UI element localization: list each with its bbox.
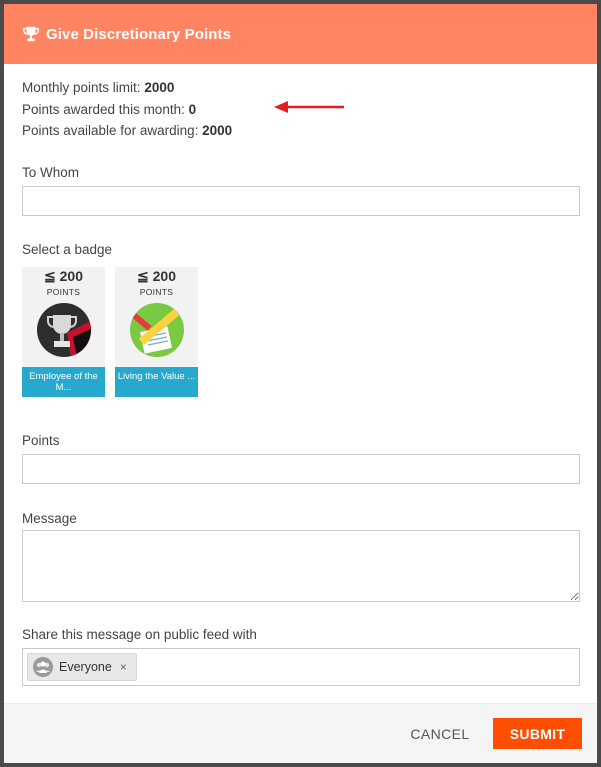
red-arrow-annotation xyxy=(274,101,344,113)
points-summary: Monthly points limit: 2000 Points awarde… xyxy=(22,77,232,142)
modal-header: Give Discretionary Points xyxy=(4,4,597,64)
awarded-value: 0 xyxy=(188,101,197,117)
badge-caption: Employee of the M... xyxy=(22,367,105,397)
select-badge-label: Select a badge xyxy=(22,242,113,257)
badge-employee-of-the-month[interactable]: ≦ 200 POINTS Employee of the M... xyxy=(22,267,105,397)
modal-title: Give Discretionary Points xyxy=(46,25,232,43)
remove-chip-icon[interactable]: × xyxy=(120,660,127,674)
awarded-row: Points awarded this month: 0 xyxy=(22,101,197,117)
badge-caption: Living the Value ... xyxy=(115,367,198,397)
pencil-document-badge-icon xyxy=(130,303,184,357)
monthly-limit-row: Monthly points limit: 2000 xyxy=(22,80,175,95)
badge-points: ≦ 200 xyxy=(137,268,176,284)
badge-points-label: POINTS xyxy=(139,287,174,297)
message-textarea[interactable] xyxy=(22,530,580,602)
modal-footer: CANCEL SUBMIT xyxy=(4,703,597,763)
available-row: Points available for awarding: 2000 xyxy=(22,123,233,138)
to-whom-input[interactable] xyxy=(22,186,580,216)
trophy-icon xyxy=(23,26,39,42)
badge-points: ≦ 200 xyxy=(44,268,83,284)
share-label: Share this message on public feed with xyxy=(22,627,257,642)
message-label: Message xyxy=(22,511,77,526)
monthly-limit-value: 2000 xyxy=(144,80,175,95)
to-whom-label: To Whom xyxy=(22,165,80,180)
points-label: Points xyxy=(22,433,60,448)
available-value: 2000 xyxy=(202,123,233,138)
share-chip-everyone: Everyone × xyxy=(27,653,137,681)
badge-living-the-value[interactable]: ≦ 200 POINTS Living the Value ... xyxy=(115,267,198,397)
share-audience-field[interactable]: Everyone × xyxy=(22,648,580,686)
trophy-badge-icon xyxy=(37,303,91,357)
submit-button[interactable]: SUBMIT xyxy=(493,718,582,749)
badge-points-label: POINTS xyxy=(46,287,81,297)
share-chip-label: Everyone xyxy=(59,660,112,674)
points-input[interactable] xyxy=(22,454,580,484)
group-icon xyxy=(33,657,53,677)
cancel-button[interactable]: CANCEL xyxy=(396,722,484,746)
discretionary-points-modal: Give Discretionary Points Monthly points… xyxy=(4,4,597,763)
